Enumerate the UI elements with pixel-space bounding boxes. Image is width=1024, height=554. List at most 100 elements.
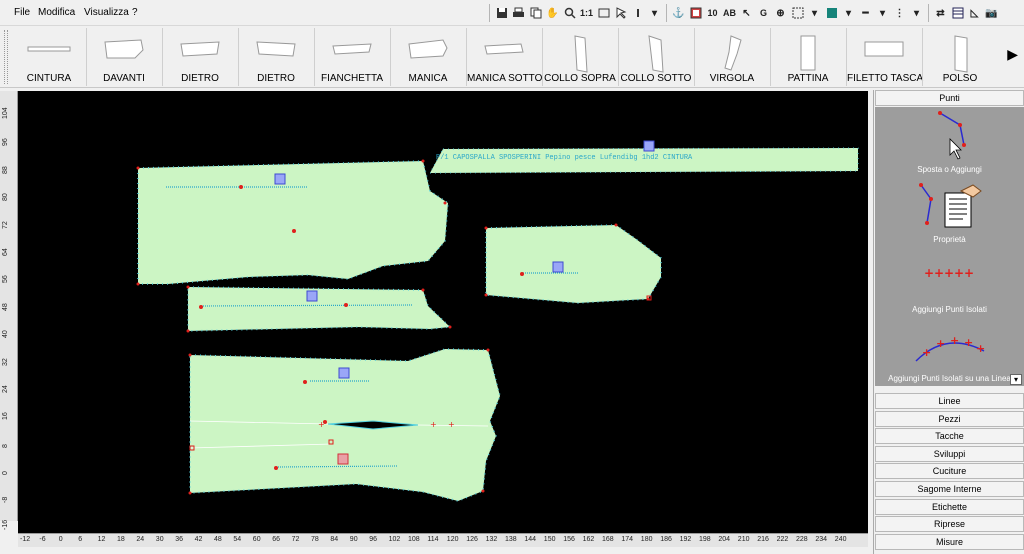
- piece-label: FIANCHETTA: [320, 73, 384, 84]
- panel-tab-tacche[interactable]: Tacche: [875, 428, 1024, 445]
- ruler-tick-label: 168: [602, 536, 614, 543]
- scale-button[interactable]: 1:1: [579, 5, 594, 21]
- action-label: Sposta o Aggiungi: [917, 165, 982, 174]
- menu-visualizza[interactable]: Visualizza: [84, 7, 129, 18]
- marker-icon[interactable]: [630, 5, 645, 21]
- piece-card-dietro[interactable]: DIETRO: [163, 28, 237, 86]
- panel-tab-sagome-interne[interactable]: Sagome Interne: [875, 481, 1024, 497]
- table-icon[interactable]: [950, 5, 965, 21]
- piece-card-polso[interactable]: POLSO: [923, 28, 997, 86]
- point-properties-icon[interactable]: [915, 183, 987, 233]
- move-or-add-point-icon[interactable]: [920, 111, 980, 161]
- anchor-icon[interactable]: ⚓: [671, 5, 686, 21]
- panel-tab-sviluppi[interactable]: Sviluppi: [875, 445, 1024, 462]
- zoom-icon[interactable]: [562, 5, 577, 21]
- svg-text:+: +: [318, 420, 325, 429]
- menu-modifica[interactable]: Modifica: [38, 7, 75, 18]
- dropdown-arrow-icon[interactable]: ▾: [875, 5, 890, 21]
- menu-help[interactable]: ?: [132, 7, 138, 18]
- add-isolated-points-icon[interactable]: + + + + +: [920, 263, 980, 283]
- piece-card-dietro-2[interactable]: DIETRO: [239, 28, 313, 86]
- svg-text:+: +: [944, 266, 954, 280]
- ruler-tick-label: 78: [311, 536, 319, 543]
- panel-tab-pezzi[interactable]: Pezzi: [875, 410, 1024, 427]
- copy-icon[interactable]: [528, 5, 543, 21]
- panel-tab-cuciture[interactable]: Cuciture: [875, 463, 1024, 480]
- scroll-right-icon[interactable]: ▶: [1007, 46, 1018, 63]
- save-icon[interactable]: [494, 5, 509, 21]
- pieces-strip-grip[interactable]: [4, 30, 8, 84]
- g-button[interactable]: G: [756, 5, 771, 21]
- svg-text:+: +: [922, 346, 931, 359]
- line-style-icon[interactable]: ━: [858, 5, 873, 21]
- piece-card-davanti[interactable]: DAVANTI: [87, 28, 161, 86]
- ruler-tick-label: 36: [175, 536, 183, 543]
- piece-card-manica-sotto[interactable]: MANICA SOTTO: [467, 28, 542, 86]
- piece-label: COLLO SOTTO: [620, 73, 692, 84]
- ruler-tick-label: -6: [39, 536, 46, 543]
- label-marker-selected: [337, 453, 349, 465]
- piece-card-manica[interactable]: MANICA: [391, 28, 465, 86]
- ab-button[interactable]: AB: [722, 5, 737, 21]
- dropdown-arrow-icon[interactable]: ▾: [1010, 374, 1022, 385]
- piece-card-filetto-tasca[interactable]: FILETTO TASCA: [847, 28, 923, 86]
- toolbar-grip: [489, 4, 490, 22]
- ruler-tick-label: -16: [2, 519, 9, 530]
- print-icon[interactable]: [511, 5, 526, 21]
- ruler-tick-label: -12: [20, 536, 31, 543]
- piece-card-collo-sotto[interactable]: COLLO SOTTO: [619, 28, 693, 86]
- panel-tab-linee[interactable]: Linee: [875, 393, 1024, 409]
- ruler-tick-label: 54: [233, 536, 242, 543]
- label-marker: [338, 367, 350, 379]
- dotted-grid-icon[interactable]: ⋮: [892, 5, 907, 21]
- ruler-tick-label: 24: [136, 536, 145, 543]
- piece-card-pattina[interactable]: PATTINA: [771, 28, 845, 86]
- dropdown-arrow-icon[interactable]: ▾: [841, 5, 856, 21]
- drawing-canvas[interactable]: P/1 CAPOSPALLA SPOSPERINI Pepino pesce L…: [18, 91, 868, 533]
- side-piece-icon: [332, 43, 372, 55]
- ruler-tick-label: 88: [2, 166, 9, 174]
- dropdown-arrow-icon[interactable]: ▾: [909, 5, 924, 21]
- ruler-tick-label: 0: [58, 536, 63, 543]
- swap-arrows-icon[interactable]: ⇄: [933, 5, 948, 21]
- frame-icon[interactable]: [688, 5, 703, 21]
- pointer-icon[interactable]: [613, 5, 628, 21]
- action-label: Aggiungi Punti Isolati: [912, 305, 987, 314]
- panel-tab-etichette[interactable]: Etichette: [875, 498, 1024, 515]
- ruler-tick-label: 150: [543, 536, 556, 543]
- piece-card-fianchetta[interactable]: FIANCHETTA: [315, 28, 389, 86]
- ruler-tick-label: 132: [485, 536, 498, 543]
- belt-label-text: P/1 CAPOSPALLA SPOSPERINI Pepino pesce L…: [436, 154, 693, 162]
- grid-size-button[interactable]: 10: [705, 5, 720, 21]
- crosshair-icon[interactable]: ⊕: [773, 5, 788, 21]
- ruler-tick-label: 174: [621, 536, 634, 543]
- hand-icon[interactable]: ✋: [545, 5, 560, 21]
- panel-tab-punti[interactable]: Punti: [875, 90, 1024, 106]
- ruler-tick-label: 204: [718, 536, 731, 543]
- ruler-tick-label: 42: [194, 536, 203, 543]
- panel-tab-riprese[interactable]: Riprese: [875, 516, 1024, 533]
- selection-box-icon[interactable]: [790, 5, 805, 21]
- top-collar-piece-icon: [574, 35, 588, 73]
- piece-card-virgola[interactable]: VIRGOLA: [695, 28, 769, 86]
- dropdown-arrow-icon[interactable]: ▾: [647, 5, 662, 21]
- svg-text:+: +: [430, 420, 437, 429]
- ruler-angle-icon[interactable]: ◺: [967, 5, 982, 21]
- belt-piece-icon: [27, 46, 71, 52]
- svg-text:+: +: [954, 266, 964, 280]
- color-fill-icon[interactable]: [824, 5, 839, 21]
- menu-file[interactable]: File: [14, 7, 30, 18]
- dropdown-arrow-icon[interactable]: ▾: [807, 5, 822, 21]
- ruler-tick-label: -8: [2, 496, 9, 503]
- add-points-on-line-icon[interactable]: ++ + + +: [910, 333, 990, 367]
- piece-card-cintura[interactable]: CINTURA: [12, 28, 86, 86]
- rectangle-icon[interactable]: [596, 5, 611, 21]
- cursor-dot-icon[interactable]: ↖: [739, 5, 754, 21]
- piece-card-collo-sopra[interactable]: COLLO SOPRA: [543, 28, 617, 86]
- ruler-tick-label: 8: [2, 443, 9, 448]
- ruler-tick-label: 216: [757, 536, 769, 543]
- pattern-pieces: P/1 CAPOSPALLA SPOSPERINI Pepino pesce L…: [136, 140, 859, 502]
- panel-tab-misure[interactable]: Misure: [875, 533, 1024, 550]
- camera-icon[interactable]: 📷: [984, 5, 999, 21]
- ruler-tick-label: 32: [2, 357, 9, 366]
